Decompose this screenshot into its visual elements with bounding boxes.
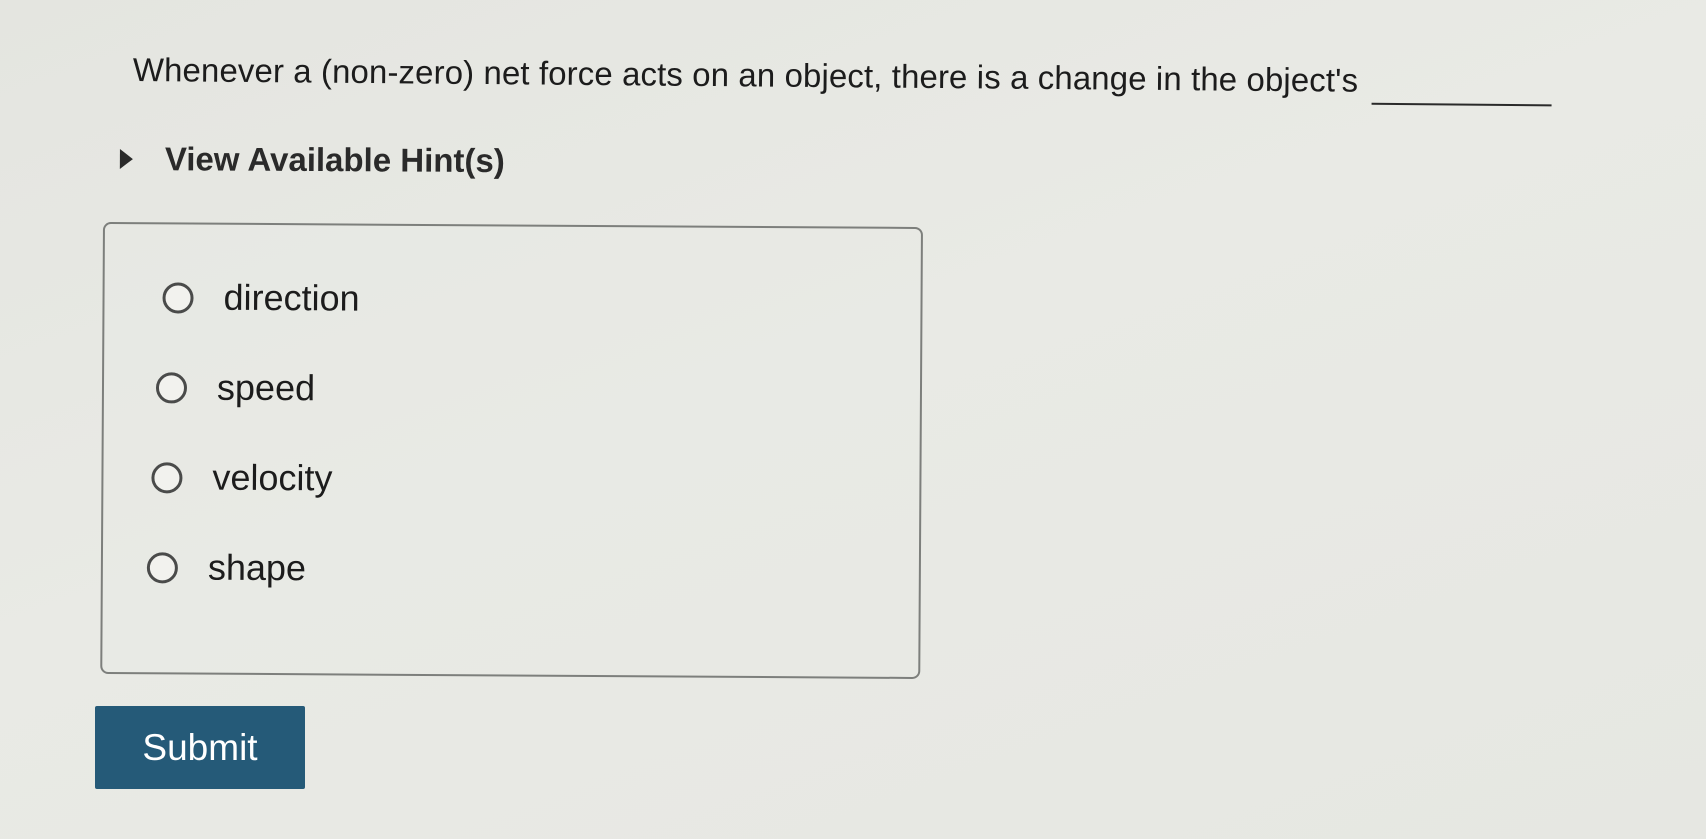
answer-options-box: direction speed velocity shape bbox=[100, 222, 923, 680]
caret-right-icon bbox=[119, 148, 133, 170]
option-velocity[interactable]: velocity bbox=[151, 456, 333, 499]
option-speed[interactable]: speed bbox=[155, 366, 316, 409]
view-hints-toggle[interactable]: View Available Hint(s) bbox=[119, 140, 505, 180]
radio-button[interactable] bbox=[155, 371, 188, 404]
option-label: direction bbox=[223, 276, 360, 319]
view-hints-label: View Available Hint(s) bbox=[164, 140, 505, 180]
question-text: Whenever a (non-zero) net force acts on … bbox=[133, 48, 1693, 108]
option-direction[interactable]: direction bbox=[162, 276, 360, 319]
radio-button[interactable] bbox=[162, 281, 194, 314]
radio-button[interactable] bbox=[146, 551, 178, 583]
option-label: velocity bbox=[212, 456, 333, 499]
answer-blank bbox=[1371, 58, 1553, 107]
option-label: speed bbox=[216, 366, 316, 409]
radio-button[interactable] bbox=[151, 461, 183, 493]
submit-button[interactable]: Submit bbox=[95, 706, 305, 789]
option-label: shape bbox=[207, 546, 307, 589]
question-label: Whenever a (non-zero) net force acts on … bbox=[132, 50, 1359, 99]
option-shape[interactable]: shape bbox=[146, 546, 307, 589]
